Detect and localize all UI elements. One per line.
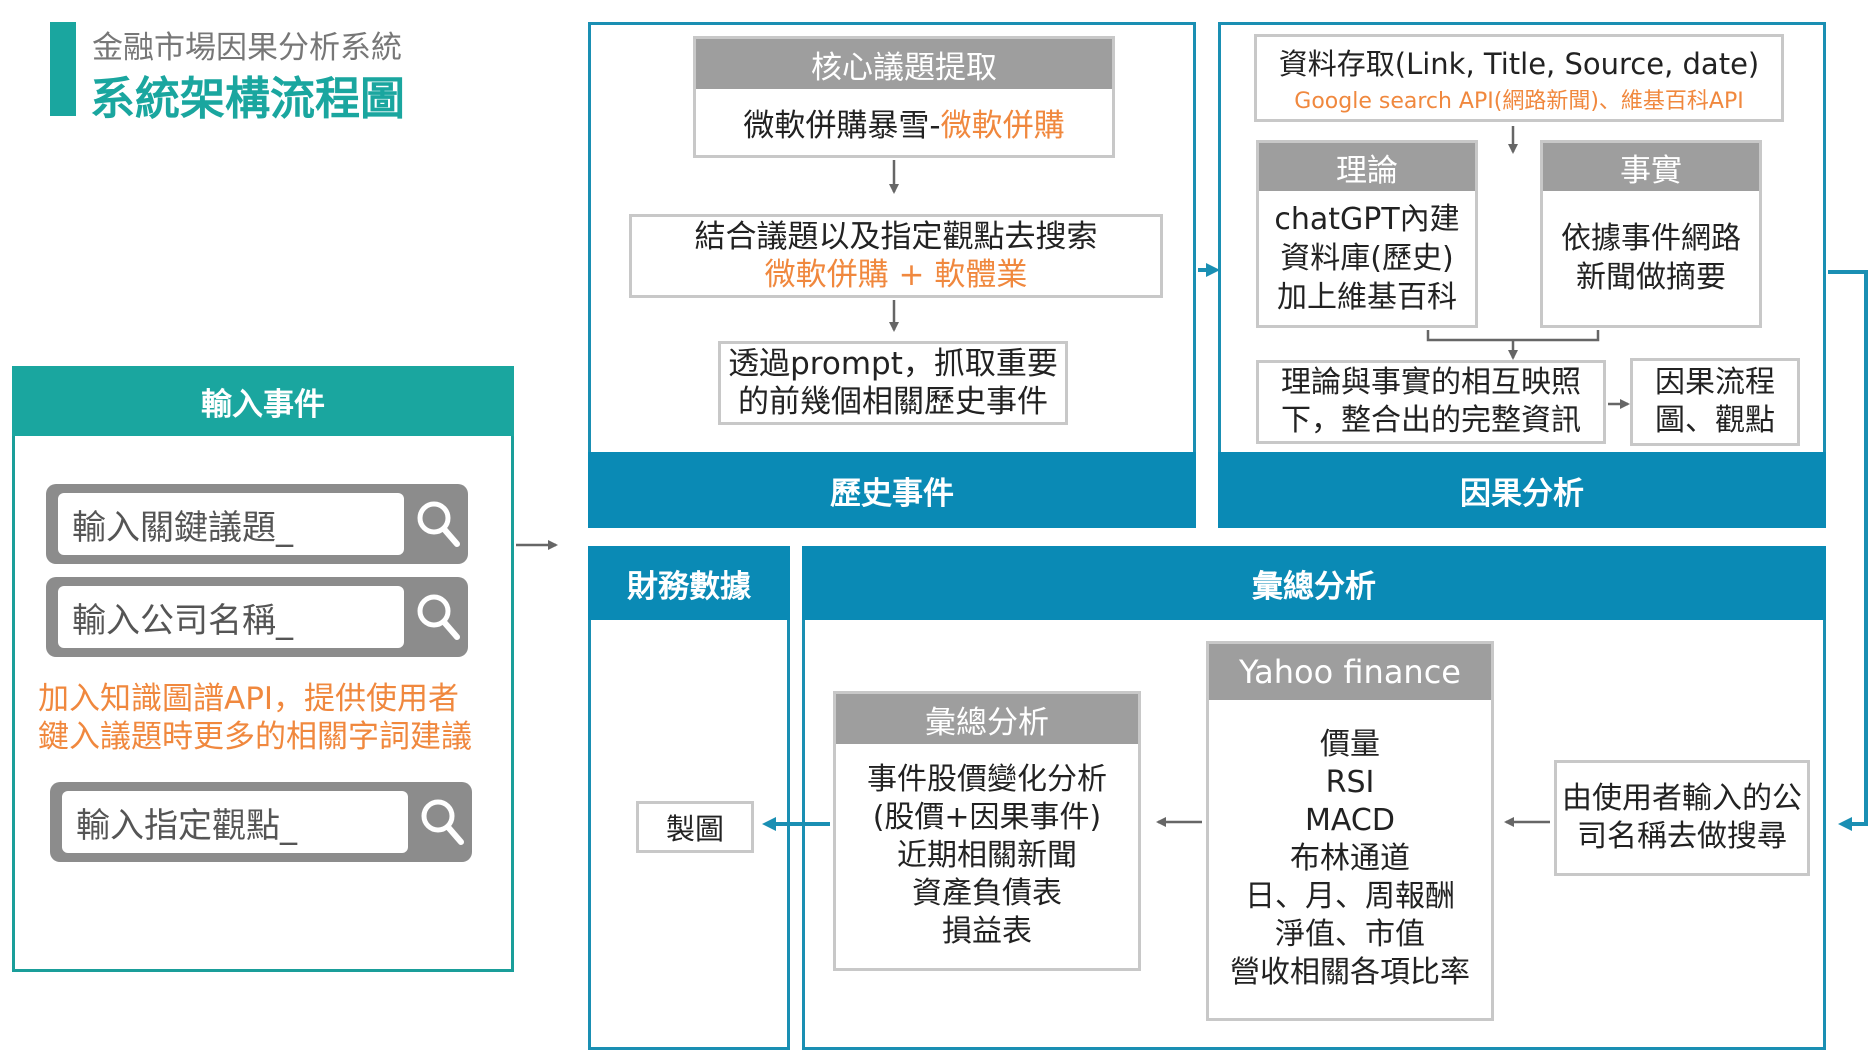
flow-arrows	[516, 126, 1868, 831]
arrow-causal-to-summary	[1828, 270, 1868, 831]
connector-theory-fact	[1426, 330, 1600, 342]
